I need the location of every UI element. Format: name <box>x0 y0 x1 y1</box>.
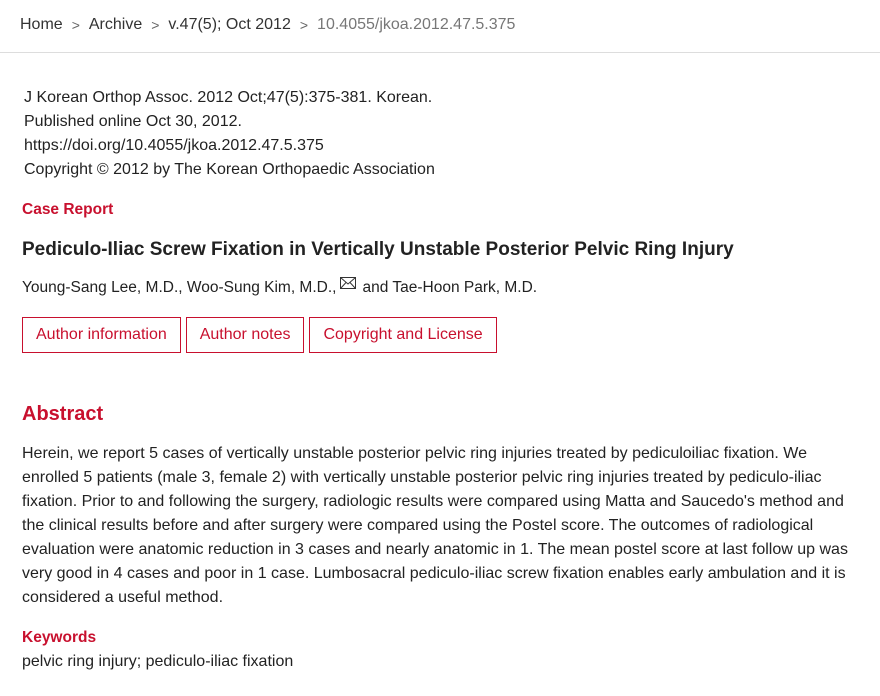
abstract-text: Herein, we report 5 cases of vertically … <box>22 445 848 606</box>
abstract-heading: Abstract <box>22 403 104 425</box>
breadcrumb-current-doi: 10.4055/jkoa.2012.47.5.375 <box>317 16 516 33</box>
author-names: Young-Sang Lee, M.D., Woo-Sung Kim, M.D.… <box>22 279 337 296</box>
published-date: Published online Oct 30, 2012. <box>24 113 242 130</box>
copyright-notice: Copyright © 2012 by The Korean Orthopaed… <box>24 161 435 178</box>
breadcrumb-separator: > <box>151 17 160 33</box>
author-information-button[interactable]: Author information <box>22 317 181 353</box>
keywords-heading: Keywords <box>22 629 97 646</box>
breadcrumb-archive-link[interactable]: Archive <box>89 14 142 36</box>
breadcrumb: Home > Archive > v.47(5); Oct 2012 > 10.… <box>20 14 515 36</box>
copyright-license-button[interactable]: Copyright and License <box>309 317 497 353</box>
article-info-buttons: Author information Author notes Copyrigh… <box>22 317 497 353</box>
author-notes-button[interactable]: Author notes <box>185 317 305 353</box>
doi-link[interactable]: https://doi.org/10.4055/jkoa.2012.47.5.3… <box>24 134 435 158</box>
header-divider <box>0 52 880 53</box>
breadcrumb-issue-link[interactable]: v.47(5); Oct 2012 <box>168 14 290 36</box>
author-names-last: and Tae-Hoon Park, M.D. <box>362 279 538 296</box>
article-type-label: Case Report <box>22 201 114 218</box>
citation-block: J Korean Orthop Assoc. 2012 Oct;47(5):37… <box>24 86 435 182</box>
breadcrumb-separator: > <box>299 17 309 33</box>
envelope-icon[interactable] <box>340 277 357 289</box>
breadcrumb-separator: > <box>71 17 80 33</box>
author-list: Young-Sang Lee, M.D., Woo-Sung Kim, M.D.… <box>22 276 537 300</box>
keywords-text: pelvic ring injury; pediculo-iliac fixat… <box>22 653 294 670</box>
breadcrumb-home-link[interactable]: Home <box>20 14 63 36</box>
article-page: Home > Archive > v.47(5); Oct 2012 > 10.… <box>0 0 880 696</box>
article-title: Pediculo-Iliac Screw Fixation in Vertica… <box>22 239 734 260</box>
citation-journal-line: J Korean Orthop Assoc. 2012 Oct;47(5):37… <box>24 89 433 106</box>
